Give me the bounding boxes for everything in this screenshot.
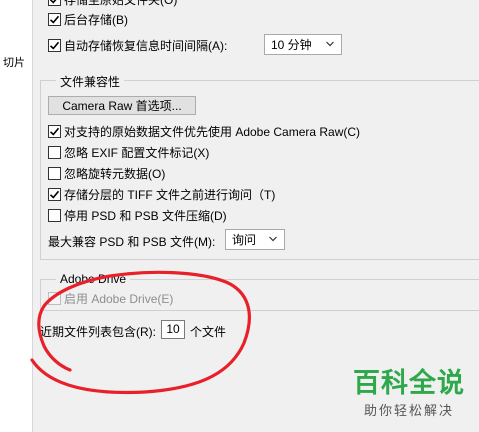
check-icon [49,41,60,50]
autosave-interval-value: 10 分钟 [271,38,312,52]
recent-files-row: 近期文件列表包含(R): [40,323,156,340]
chevron-down-icon [326,41,334,47]
recent-files-unit: 个文件 [190,325,227,339]
ignore-exif-label: 忽略 EXIF 配置文件标记(X) [64,146,210,160]
chevron-down-icon [269,236,277,242]
watermark-title: 百科全说 [353,368,465,398]
prefer-camera-raw-label: 对支持的原始数据文件优先使用 Adobe Camera Raw(C) [64,125,361,139]
check-icon [49,190,60,199]
watermark-subtitle: 助你轻松解决 [363,403,454,418]
save-to-original-folder-option[interactable]: 存储至原始文件夹(O) [48,0,177,8]
background-save-label: 后台存储(B) [64,13,128,27]
side-label: 切片 [3,57,25,69]
ignore-exif-option[interactable]: 忽略 EXIF 配置文件标记(X) [48,144,209,161]
watermark: 百科全说 助你轻松解决 [346,368,472,419]
checkbox-unchecked[interactable] [48,167,61,180]
checkbox-checked[interactable] [48,188,61,201]
checkbox-disabled [48,292,61,305]
checkbox-unchecked[interactable] [48,209,61,222]
autosave-option[interactable]: 自动存储恢复信息时间间隔(A): [48,37,227,54]
autosave-interval-select[interactable]: 10 分钟 [264,34,342,55]
ignore-rotation-option[interactable]: 忽略旋转元数据(O) [48,165,165,182]
ignore-rotation-label: 忽略旋转元数据(O) [64,167,166,181]
checkbox-checked[interactable] [48,0,61,6]
camera-raw-preferences-button[interactable]: Camera Raw 首选项... [48,96,196,115]
autosave-label: 自动存储恢复信息时间间隔(A): [64,39,228,53]
adobe-drive-title: Adobe Drive [56,272,131,286]
check-icon [49,15,60,24]
max-compat-row: 最大兼容 PSD 和 PSB 文件(M): [48,233,215,250]
panel-divider [32,0,33,432]
ask-layered-tiff-label: 存储分层的 TIFF 文件之前进行询问（T) [64,188,276,202]
disable-psd-compression-option[interactable]: 停用 PSD 和 PSB 文件压缩(D) [48,207,227,224]
ask-layered-tiff-option[interactable]: 存储分层的 TIFF 文件之前进行询问（T) [48,186,275,203]
checkbox-checked[interactable] [48,13,61,26]
recent-files-unit-row: 个文件 [190,323,226,340]
save-to-original-folder-label: 存储至原始文件夹(O) [64,0,178,7]
recent-files-label: 近期文件列表包含(R): [40,325,156,339]
background-save-option[interactable]: 后台存储(B) [48,11,128,28]
checkbox-checked[interactable] [48,39,61,52]
check-icon [49,0,57,4]
file-compat-title: 文件兼容性 [56,73,125,90]
max-compat-select[interactable]: 询问 [225,229,285,250]
check-icon [49,127,60,136]
checkbox-unchecked[interactable] [48,146,61,159]
disable-psd-compression-label: 停用 PSD 和 PSB 文件压缩(D) [64,209,227,223]
max-compat-value: 询问 [232,233,257,247]
checkbox-checked[interactable] [48,125,61,138]
enable-adobe-drive-label: 启用 Adobe Drive(E) [64,292,174,306]
prefer-camera-raw-option[interactable]: 对支持的原始数据文件优先使用 Adobe Camera Raw(C) [48,123,360,140]
max-compat-label: 最大兼容 PSD 和 PSB 文件(M): [48,235,216,249]
enable-adobe-drive-option: 启用 Adobe Drive(E) [48,290,173,307]
recent-files-count-input[interactable]: 10 [161,320,185,339]
